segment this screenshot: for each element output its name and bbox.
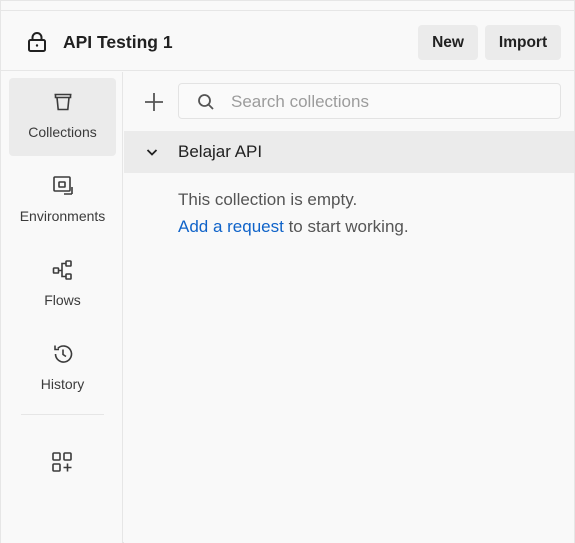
collections-panel: Belajar API This collection is empty. Ad… bbox=[124, 72, 574, 543]
flows-icon bbox=[52, 260, 72, 280]
search-box[interactable] bbox=[178, 83, 561, 119]
workspace-header: API Testing 1 New Import bbox=[1, 11, 574, 71]
sidebar-item-label: Environments bbox=[19, 208, 106, 224]
configure-workbench-icon[interactable] bbox=[47, 447, 77, 477]
history-icon bbox=[54, 345, 73, 363]
collections-icon bbox=[54, 93, 72, 111]
add-request-link[interactable]: Add a request bbox=[178, 217, 284, 236]
search-icon bbox=[198, 94, 214, 110]
sidebar-item-label: Collections bbox=[28, 124, 97, 140]
empty-message: This collection is empty. bbox=[178, 190, 358, 209]
environments-icon bbox=[53, 176, 73, 195]
plus-icon[interactable] bbox=[141, 89, 167, 115]
sidebar-divider bbox=[21, 414, 104, 415]
sidebar-item-flows[interactable]: Flows bbox=[9, 246, 116, 324]
new-button[interactable]: New bbox=[418, 25, 478, 60]
collection-name[interactable]: Belajar API bbox=[178, 142, 262, 162]
workspace-title[interactable]: API Testing 1 bbox=[63, 31, 173, 53]
sidebar: Collections Environments Flows History bbox=[1, 72, 123, 543]
empty-hint: Add a request to start working. bbox=[178, 213, 409, 240]
sidebar-item-collections[interactable]: Collections bbox=[9, 78, 116, 156]
search-input[interactable] bbox=[231, 90, 551, 114]
empty-hint-suffix: to start working. bbox=[283, 217, 409, 236]
lock-icon bbox=[28, 32, 46, 52]
postman-window: API Testing 1 New Import Collections Env… bbox=[0, 0, 575, 543]
sidebar-item-label: Flows bbox=[44, 292, 81, 308]
chevron-down-icon[interactable] bbox=[144, 144, 160, 160]
empty-state: This collection is empty. Add a request … bbox=[178, 186, 409, 240]
import-button[interactable]: Import bbox=[485, 25, 561, 60]
sidebar-item-history[interactable]: History bbox=[9, 330, 116, 408]
sidebar-item-label: History bbox=[40, 376, 85, 392]
collection-item[interactable]: Belajar API bbox=[124, 131, 574, 173]
sidebar-item-environments[interactable]: Environments bbox=[9, 162, 116, 240]
